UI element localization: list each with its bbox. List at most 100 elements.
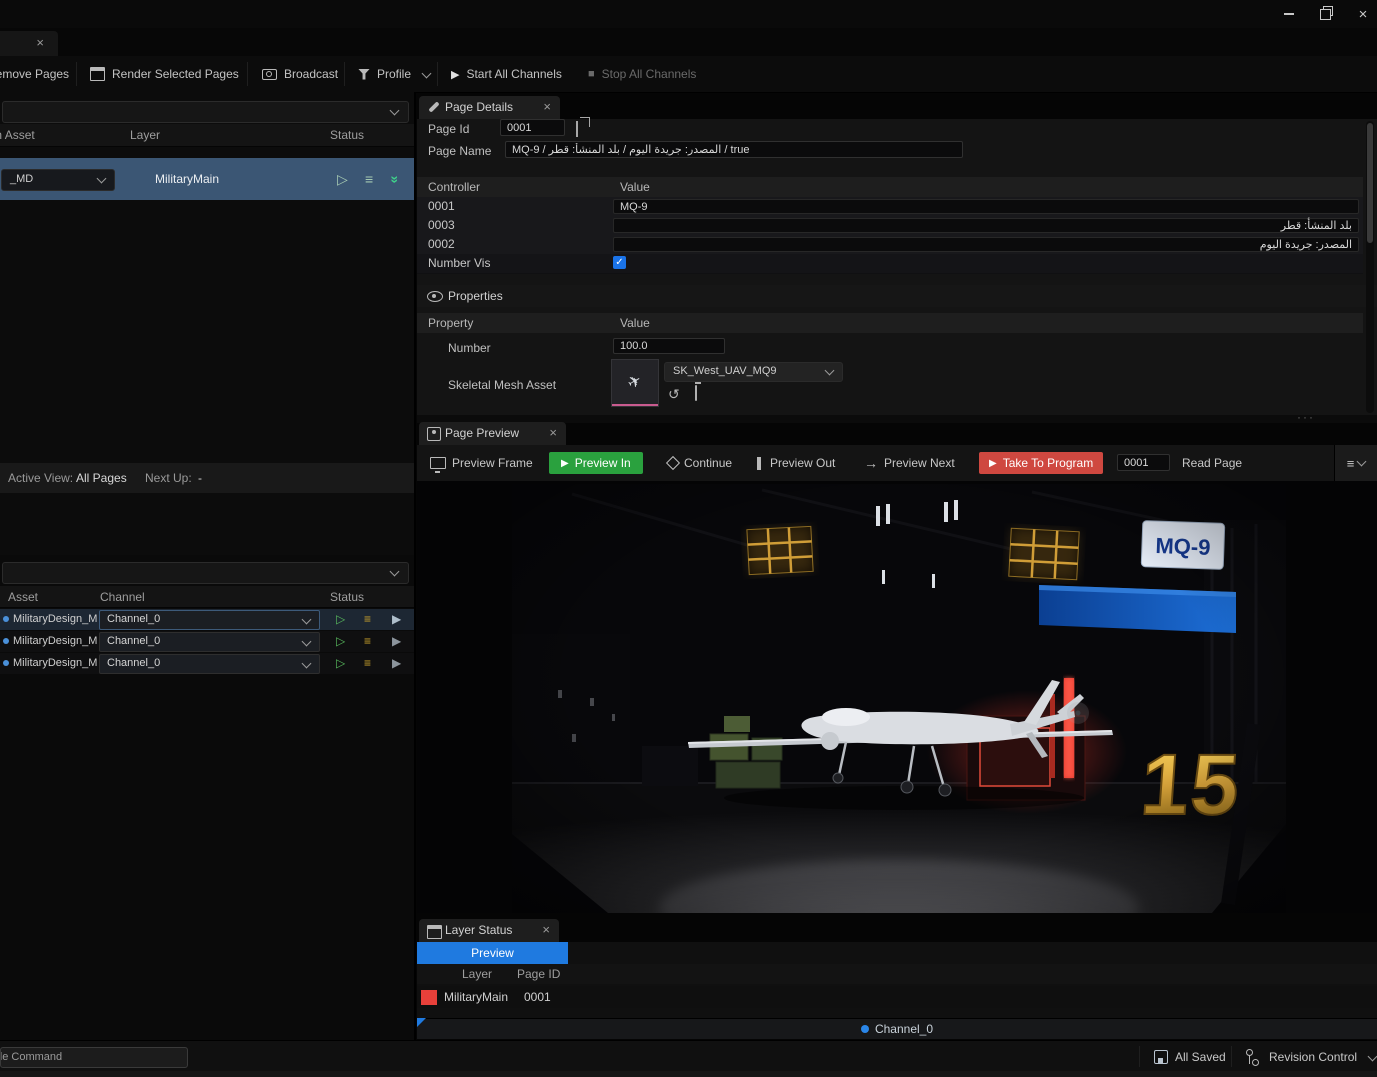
channel-status-bar[interactable]: Channel_0 — [417, 1018, 1377, 1039]
application-window: × × Remove Pages Render Selected Pages B… — [0, 0, 1377, 1077]
all-saved-label: All Saved — [1175, 1050, 1226, 1064]
active-view-bar: Active View: All Pages Next Up: - — [0, 463, 414, 493]
number-vis-checkbox[interactable]: ✓ — [613, 256, 626, 269]
asset-icon — [3, 638, 9, 644]
page-id-input[interactable] — [500, 119, 565, 136]
controller-row: 0001 MQ-9 — [417, 197, 1363, 217]
take-channel-icon[interactable]: ▶ — [392, 609, 401, 630]
continue-button[interactable]: Continue — [665, 452, 733, 474]
column-status: Status — [330, 128, 365, 142]
controller-value-input[interactable]: المصدر: جريدة اليوم — [613, 237, 1359, 252]
continue-page-icon[interactable]: ≡ — [365, 158, 373, 200]
preview-channel-icon[interactable]: ▷ — [336, 631, 345, 652]
chevron-down-icon — [389, 566, 400, 577]
skeletal-mesh-select[interactable]: SK_West_UAV_MQ9 — [664, 362, 843, 382]
details-scrollbar[interactable] — [1366, 121, 1374, 413]
render-selected-pages-button[interactable]: Render Selected Pages — [86, 60, 243, 88]
next-up-value: - — [198, 471, 202, 485]
tab-layer-status[interactable]: Layer Status × — [419, 919, 559, 942]
read-page-button[interactable]: Read Page — [1182, 452, 1242, 474]
stop-all-channels-button[interactable]: ■ Stop All Channels — [584, 60, 700, 88]
preview-channel-icon[interactable]: ▷ — [336, 609, 345, 630]
play-page-icon[interactable]: ▷ — [337, 158, 348, 200]
document-tab[interactable]: × — [0, 31, 58, 56]
channel-row[interactable]: MilitaryDesign_M Channel_0 ▷ ≡ ▶ — [0, 631, 414, 652]
chevron-down-icon — [1367, 1051, 1377, 1061]
layer-status-row[interactable]: MilitaryMain 0001 — [417, 986, 1377, 1008]
pages-filter-dropdown[interactable] — [2, 101, 409, 123]
scrollbar-thumb[interactable] — [1367, 123, 1373, 243]
minimize-button[interactable] — [1272, 0, 1306, 28]
channel-row[interactable]: MilitaryDesign_M Channel_0 ▷ ≡ ▶ — [0, 653, 414, 674]
column-property: Property — [428, 316, 474, 330]
channel-select[interactable]: Channel_0 — [99, 632, 320, 652]
use-selected-asset-icon[interactable]: ↺ — [668, 386, 680, 403]
preview-column-header: Preview — [417, 942, 568, 964]
page-row-selected[interactable]: _MD MilitaryMain ▷ ≡ » — [0, 158, 414, 200]
broadcast-button[interactable]: Broadcast — [258, 60, 342, 88]
stop-all-channels-label: Stop All Channels — [601, 67, 697, 81]
close-panel-icon[interactable]: × — [549, 425, 557, 440]
take-channel-icon[interactable]: ▶ — [392, 653, 401, 674]
layer-color-swatch — [421, 990, 437, 1005]
close-panel-icon[interactable]: × — [543, 99, 551, 114]
close-panel-icon[interactable]: × — [542, 922, 550, 937]
preview-next-label: Preview Next — [884, 456, 955, 470]
take-channel-icon[interactable]: ▶ — [392, 631, 401, 652]
profile-dropdown[interactable]: Profile — [354, 60, 434, 88]
continue-label: Continue — [684, 456, 733, 470]
controller-value-input[interactable]: MQ-9 — [613, 199, 1359, 214]
preview-out-button[interactable]: Preview Out — [757, 452, 835, 474]
skeletal-mesh-thumbnail[interactable]: ✈ — [611, 359, 659, 407]
revision-control-button[interactable]: Revision Control — [1245, 1047, 1377, 1067]
asset-icon — [3, 660, 9, 666]
close-tab-icon[interactable]: × — [36, 35, 44, 50]
continue-channel-icon[interactable]: ≡ — [364, 631, 371, 652]
controller-value-input[interactable]: بلد المنشأ: قطر — [613, 218, 1359, 233]
channel-select[interactable]: Channel_0 — [99, 610, 320, 630]
channel-value: Channel_0 — [107, 613, 161, 625]
channel-status-icon — [860, 1025, 869, 1033]
preview-options-menu[interactable]: ≡ — [1334, 445, 1377, 481]
channel-select[interactable]: Channel_0 — [99, 654, 320, 674]
restore-button[interactable] — [1308, 0, 1342, 28]
controller-row: 0003 بلد المنشأ: قطر — [417, 216, 1363, 236]
copy-page-id-icon[interactable] — [576, 121, 578, 137]
page-name-input[interactable] — [505, 141, 963, 158]
layer-status-header: Layer Page ID — [417, 964, 1377, 984]
close-window-button[interactable]: × — [1346, 0, 1377, 28]
motion-asset-select[interactable]: _MD — [1, 169, 115, 191]
console-command-input[interactable]: Console Command — [0, 1047, 188, 1068]
title-bar: × — [0, 0, 1377, 28]
page-name-label: Page Name — [428, 144, 492, 158]
take-out-icon[interactable]: » — [387, 176, 403, 183]
preview-next-button[interactable]: → Preview Next — [864, 452, 955, 474]
render-icon — [90, 67, 105, 81]
remove-pages-button[interactable]: Remove Pages — [0, 60, 73, 88]
motion-asset-value: _MD — [10, 173, 34, 185]
read-page-input[interactable] — [1117, 454, 1170, 471]
asset-name: MilitaryDesign_M — [13, 613, 97, 625]
take-to-program-button[interactable]: ▶ Take To Program — [979, 452, 1104, 474]
channel-value: Channel_0 — [107, 635, 161, 647]
column-asset: Asset — [8, 590, 39, 604]
all-saved-button[interactable]: All Saved — [1154, 1047, 1226, 1067]
start-all-channels-button[interactable]: ▶ Start All Channels — [447, 60, 566, 88]
chevron-down-icon — [301, 614, 312, 625]
preview-channel-icon[interactable]: ▷ — [336, 653, 345, 674]
browse-asset-icon[interactable] — [695, 385, 697, 401]
channel-row[interactable]: MilitaryDesign_M Channel_0 ▷ ≡ ▶ — [0, 609, 414, 630]
eye-icon — [427, 291, 443, 302]
channels-filter-dropdown[interactable] — [2, 562, 409, 584]
properties-section-header[interactable]: Properties — [417, 285, 1377, 307]
tab-page-details[interactable]: Page Details × — [419, 96, 560, 119]
console-command-placeholder: Console Command — [0, 1051, 63, 1063]
layer-page-id: 0001 — [524, 990, 551, 1004]
continue-channel-icon[interactable]: ≡ — [364, 609, 371, 630]
preview-frame-button[interactable]: Preview Frame — [430, 452, 533, 474]
number-property-input[interactable] — [613, 338, 725, 354]
continue-channel-icon[interactable]: ≡ — [364, 653, 371, 674]
tab-page-preview[interactable]: Page Preview × — [419, 422, 566, 445]
channel-value: Channel_0 — [107, 657, 161, 669]
preview-in-button[interactable]: ▶ Preview In — [549, 452, 643, 474]
